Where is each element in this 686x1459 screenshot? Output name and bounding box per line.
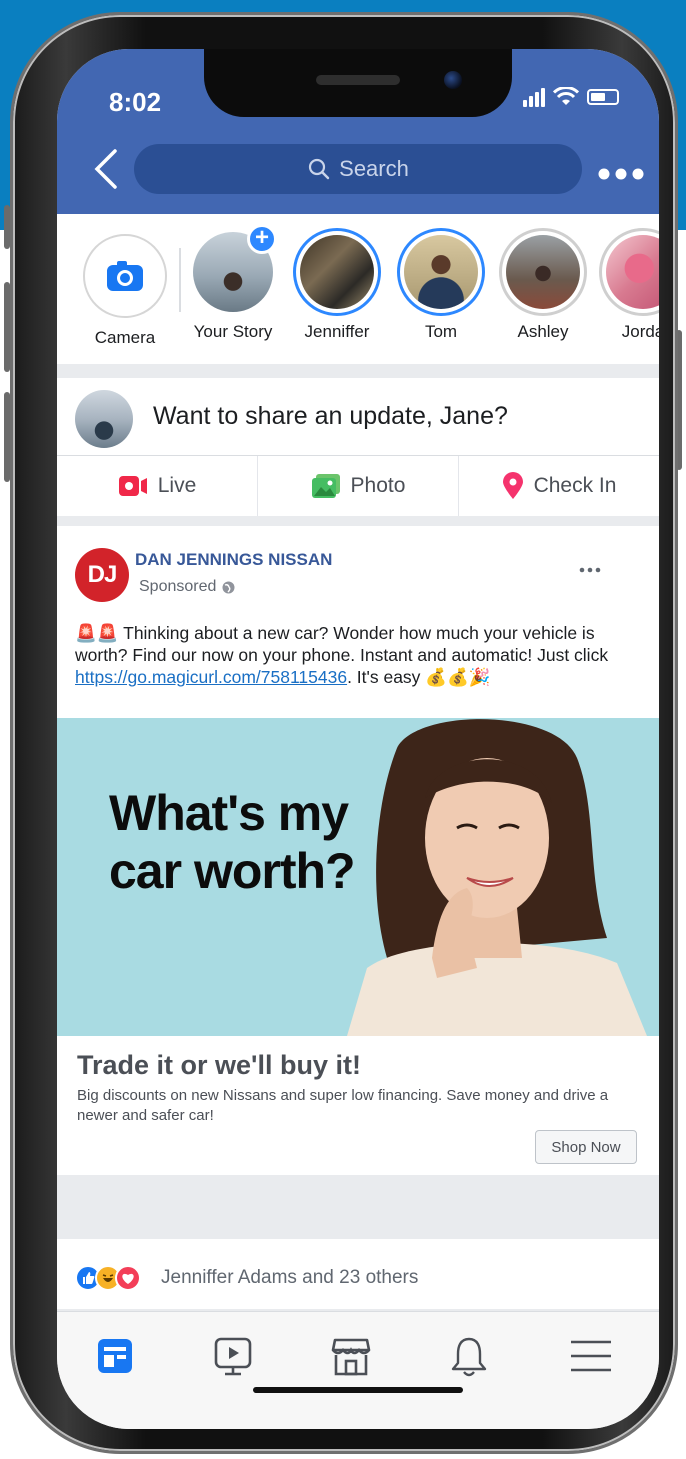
tab-news-feed[interactable] [95,1336,139,1380]
story-your-story[interactable]: + Your Story [189,224,277,342]
ad-image-headline-line1: What's my [109,785,349,841]
globe-icon [222,581,235,593]
home-indicator[interactable] [253,1387,463,1393]
photo-icon [311,474,340,498]
post-body-lead: 🚨🚨 Thinking about a new car? Wonder how … [75,623,609,665]
tab-notifications[interactable] [449,1336,493,1380]
avatar [606,235,659,309]
tab-menu[interactable] [569,1336,613,1380]
phone-frame: 8:02 Search Camera + Your Story Jenniffe… [10,12,678,1454]
story-tom[interactable]: Tom [397,228,485,342]
story-label: Camera [94,328,156,347]
photo-label: Photo [350,474,406,497]
story-camera[interactable]: Camera [83,234,167,348]
speaker [316,75,400,85]
sponsored-label[interactable]: Sponsored [139,578,235,596]
post-options-icon[interactable] [579,556,601,579]
location-pin-icon [502,472,523,499]
notch [204,49,512,117]
search-icon [309,158,330,180]
status-composer[interactable]: Want to share an update, Jane? [57,378,659,456]
live-label: Live [157,474,197,497]
story-label: Tom [424,322,458,341]
composer-actions: Live Photo Check In [57,456,659,516]
avatar [300,235,374,309]
next-post-card: Jenniffer Adams and 23 others [57,1239,659,1309]
back-icon[interactable] [91,147,125,189]
avatar-ring [499,228,587,316]
post-body: 🚨🚨 Thinking about a new car? Wonder how … [75,622,645,688]
story-label: Ashley [517,322,569,341]
search-input[interactable]: Search [134,144,582,194]
shop-now-button[interactable]: Shop Now [535,1130,637,1164]
status-icons [523,87,619,107]
news-feed-icon [98,1339,132,1373]
page-name[interactable]: DAN JENNINGS NISSAN [135,550,332,570]
live-button[interactable]: Live [57,456,258,516]
avatar-ring [397,228,485,316]
wifi-icon [553,87,579,105]
more-options-icon[interactable] [597,157,645,188]
post-body-tail: . It's easy 💰💰🎉 [347,667,491,687]
ad-image[interactable]: What's my car worth? [57,718,659,1036]
ad-image-headline-line2: car worth? [109,843,356,899]
menu-icon [571,1340,611,1372]
stories-divider [179,248,181,312]
avatar-ring [599,228,659,316]
avatar-ring [293,228,381,316]
signal-icon [523,87,545,107]
bottom-tab-bar [57,1311,659,1429]
search-placeholder: Search [339,156,409,181]
check-in-label: Check In [533,474,617,497]
composer-prompt[interactable]: Want to share an update, Jane? [153,402,508,431]
live-video-icon [118,476,147,496]
camera-circle [83,234,167,318]
post-link[interactable]: https://go.magicurl.com/758115436 [75,667,347,687]
notifications-icon [451,1337,487,1377]
link-title[interactable]: Trade it or we'll buy it! [77,1050,361,1081]
story-ashley[interactable]: Ashley [499,228,587,342]
add-story-icon[interactable]: + [247,224,277,254]
tab-marketplace[interactable] [331,1336,375,1380]
ad-image-headline: What's my car worth? [109,784,356,900]
link-description: Big discounts on new Nissans and super l… [77,1087,609,1124]
love-icon [115,1265,141,1291]
reactions-summary[interactable]: Jenniffer Adams and 23 others [161,1267,418,1289]
battery-icon [587,89,619,105]
sponsored-post: DJ DAN JENNINGS NISSAN Sponsored 🚨🚨 Thin… [57,526,659,1175]
tab-watch[interactable] [213,1336,257,1380]
page-logo[interactable]: DJ [75,548,129,602]
camera-icon [107,261,143,291]
reaction-icons[interactable] [75,1265,141,1291]
status-time: 8:02 [109,87,162,117]
story-jenniffer[interactable]: Jenniffer [293,228,381,342]
avatar [404,235,478,309]
sponsored-text: Sponsored [139,578,217,595]
story-label: Jenniffer [304,322,370,341]
marketplace-icon [331,1338,371,1376]
phone-screen: 8:02 Search Camera + Your Story Jenniffe… [57,49,659,1429]
story-label: Jorda [621,322,659,341]
watch-icon [214,1337,252,1376]
story-label: Your Story [193,322,273,341]
photo-button[interactable]: Photo [258,456,459,516]
avatar [506,235,580,309]
front-camera [444,71,462,89]
woman-thinking-illustration [347,719,647,1036]
check-in-button[interactable]: Check In [459,456,659,516]
story-jorda[interactable]: Jorda [599,228,659,342]
stories-tray: Camera + Your Story Jenniffer Tom Ashley… [57,214,659,364]
avatar [75,390,133,448]
